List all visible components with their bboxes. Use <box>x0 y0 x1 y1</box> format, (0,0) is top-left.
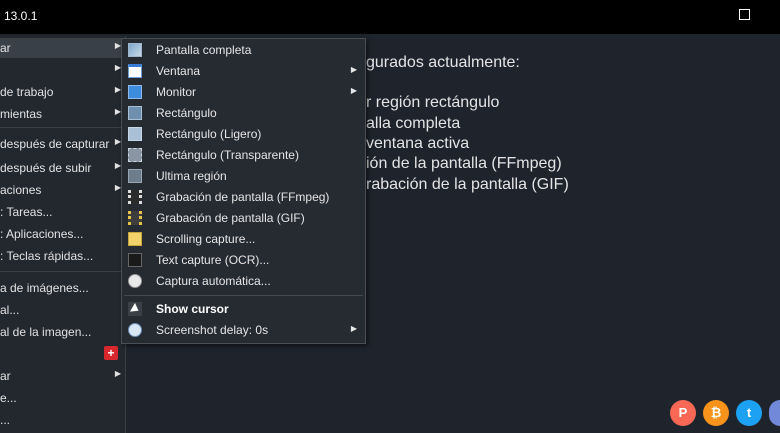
main-menu-item-debug[interactable]: ar ▶ <box>0 366 124 386</box>
capture-rectangle-light[interactable]: Rectángulo (Ligero) <box>122 124 365 145</box>
rectangle-light-icon <box>128 127 142 141</box>
main-menu-item-history[interactable]: al... <box>0 300 124 320</box>
capture-rectangle-transparent[interactable]: Rectángulo (Transparente) <box>122 145 365 166</box>
screen-recording-icon <box>128 190 142 204</box>
main-menu: ar ▶ ▶ de trabajo ▶ mientas ▶ después de ca… <box>0 36 126 433</box>
main-menu-item-after-capture[interactable]: después de capturar ▶ <box>0 134 124 154</box>
capture-submenu: Pantalla completa Ventana ▶ Monitor ▶ Re… <box>121 38 366 344</box>
show-cursor-toggle[interactable]: Show cursor <box>122 299 365 320</box>
chevron-right-icon: ▶ <box>350 324 357 333</box>
chevron-right-icon: ▶ <box>350 65 357 74</box>
monitor-icon <box>128 85 142 99</box>
screenshot-delay[interactable]: Screenshot delay: 0s ▶ <box>122 320 365 341</box>
main-menu-item-after-upload[interactable]: después de subir ▶ <box>0 158 124 178</box>
patreon-icon[interactable]: P <box>670 400 696 426</box>
capture-auto[interactable]: Captura automática... <box>122 271 365 292</box>
title-bar: 13.0.1 <box>0 0 780 34</box>
main-menu-item-task-settings[interactable]: : Tareas... <box>0 202 124 222</box>
main-menu-item-about[interactable]: ... <box>0 410 124 430</box>
content-line-4: ventana activa <box>366 135 470 152</box>
cursor-icon <box>128 302 142 316</box>
chevron-right-icon: ▶ <box>114 369 121 378</box>
update-plus-icon[interactable]: + <box>104 346 118 360</box>
maximize-icon[interactable] <box>739 9 750 20</box>
bitcoin-icon[interactable]: ₿ <box>703 400 729 426</box>
content-line-3: alla completa <box>366 115 461 132</box>
menu-divider <box>0 271 124 272</box>
capture-monitor[interactable]: Monitor ▶ <box>122 82 365 103</box>
menu-divider <box>124 295 363 296</box>
rectangle-transparent-icon <box>128 148 142 162</box>
fullscreen-icon <box>128 43 142 57</box>
main-menu-item-hotkey-settings[interactable]: : Teclas rápidas... <box>0 246 124 266</box>
main-menu-item-capture[interactable]: ar ▶ <box>0 38 124 58</box>
window-icon <box>128 64 142 78</box>
main-menu-item-donate[interactable]: e... <box>0 388 124 408</box>
capture-window[interactable]: Ventana ▶ <box>122 61 365 82</box>
capture-ocr[interactable]: Text capture (OCR)... <box>122 250 365 271</box>
capture-scrolling[interactable]: Scrolling capture... <box>122 229 365 250</box>
content-line-1: gurados actualmente: <box>366 54 520 71</box>
content-line-2: r región rectángulo <box>366 94 500 111</box>
twitter-icon[interactable]: t <box>736 400 762 426</box>
main-menu-item-upload[interactable]: ▶ <box>0 60 124 80</box>
delay-icon <box>128 323 142 337</box>
gif-recording-icon <box>128 211 142 225</box>
rectangle-icon <box>128 106 142 120</box>
capture-screen-recording[interactable]: Grabación de pantalla (FFmpeg) <box>122 187 365 208</box>
discord-icon[interactable] <box>769 400 780 426</box>
chevron-right-icon: ▶ <box>350 86 357 95</box>
capture-fullscreen[interactable]: Pantalla completa <box>122 40 365 61</box>
content-line-6: rabación de la pantalla (GIF) <box>366 176 569 193</box>
clock-icon <box>128 274 142 288</box>
last-region-icon <box>128 169 142 183</box>
main-menu-item-app-settings[interactable]: : Aplicaciones... <box>0 224 124 244</box>
main-menu-item-tools[interactable]: mientas ▶ <box>0 104 124 124</box>
main-menu-item-workflows[interactable]: de trabajo ▶ <box>0 82 124 102</box>
ocr-icon <box>128 253 142 267</box>
capture-rectangle[interactable]: Rectángulo <box>122 103 365 124</box>
main-menu-item-image-history[interactable]: a de imágenes... <box>0 278 124 298</box>
window-title: 13.0.1 <box>4 9 38 23</box>
content-line-5: ión de la pantalla (FFmpeg) <box>366 155 562 172</box>
main-menu-item-image-history-2[interactable]: al de la imagen... <box>0 322 124 342</box>
scrolling-capture-icon <box>128 232 142 246</box>
capture-last-region[interactable]: Ultima región <box>122 166 365 187</box>
main-menu-item-destinations[interactable]: aciones ▶ <box>0 180 124 200</box>
capture-gif-recording[interactable]: Grabación de pantalla (GIF) <box>122 208 365 229</box>
menu-divider <box>0 127 124 128</box>
